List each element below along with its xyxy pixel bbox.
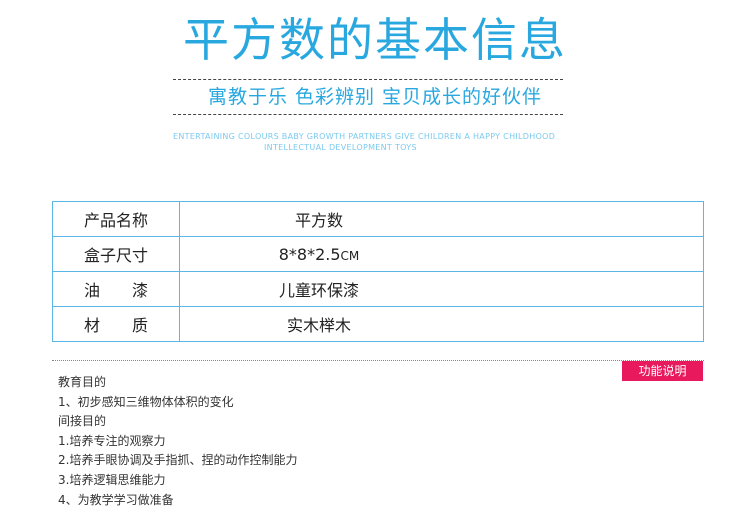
table-row: 盒子尺寸 8*8*2.5CM	[52, 236, 704, 272]
row-label-material: 材 质	[52, 306, 180, 342]
row-value-text: 儿童环保漆	[278, 281, 359, 300]
slogan-bottom-dashed-divider	[173, 114, 563, 115]
row-value-product-name: 平方数	[244, 207, 394, 231]
english-tagline-line-1: ENTERTAINING COLOURS BABY GROWTH PARTNER…	[173, 132, 556, 141]
list-item: 2.培养手眼协调及手指抓、捏的动作控制能力	[58, 453, 298, 468]
function-description-badge: 功能说明	[622, 361, 703, 381]
list-item: 间接目的	[58, 414, 107, 429]
table-row: 产品名称 平方数	[52, 201, 704, 237]
row-value-cell: 儿童环保漆	[179, 271, 704, 307]
row-value-cell: 8*8*2.5CM	[179, 236, 704, 272]
row-value-cell: 实木榉木	[179, 306, 704, 342]
list-item: 教育目的	[58, 375, 107, 389]
list-item: 1.培养专注的观察力	[58, 433, 166, 448]
english-tagline: ENTERTAINING COLOURS BABY GROWTH PARTNER…	[173, 131, 603, 153]
english-tagline-line-2: INTELLECTUAL DEVELOPMENT TOYS	[264, 143, 417, 152]
row-value-text: 平方数	[294, 211, 343, 230]
product-info-table: 产品名称 平方数 盒子尺寸 8*8*2.5CM 油 漆 儿童环保漆 材 质 实木…	[52, 201, 704, 342]
row-label-product-name: 产品名称	[52, 201, 180, 237]
list-item: 3.培养逻辑思维能力	[58, 472, 166, 487]
row-value-text: 实木榉木	[286, 316, 351, 335]
table-row: 油 漆 儿童环保漆	[52, 271, 704, 307]
slogan-top-dashed-divider	[173, 79, 563, 80]
function-section-dotted-divider	[52, 360, 704, 361]
list-item: 4、为教学学习做准备	[58, 492, 174, 507]
table-row: 材 质 实木榉木	[52, 306, 704, 342]
row-value-cell: 平方数	[179, 201, 704, 237]
row-value-paint: 儿童环保漆	[244, 277, 394, 301]
row-label-box-size: 盒子尺寸	[52, 236, 180, 272]
row-value-material: 实木榉木	[244, 312, 394, 336]
function-description-list: 教育目的 1、初步感知三维物体体积的变化 间接目的 1.培养专注的观察力 2.培…	[58, 373, 618, 510]
row-value-box-size: 8*8*2.5CM	[244, 245, 394, 264]
list-item: 1、初步感知三维物体体积的变化	[58, 394, 234, 409]
page-title: 平方数的基本信息	[183, 13, 567, 67]
slogan: 寓教于乐 色彩辨别 宝贝成长的好伙伴	[207, 86, 543, 108]
row-label-paint: 油 漆	[52, 271, 180, 307]
row-value-text: 8*8*2.5	[278, 244, 341, 264]
row-value-unit: CM	[340, 248, 360, 263]
